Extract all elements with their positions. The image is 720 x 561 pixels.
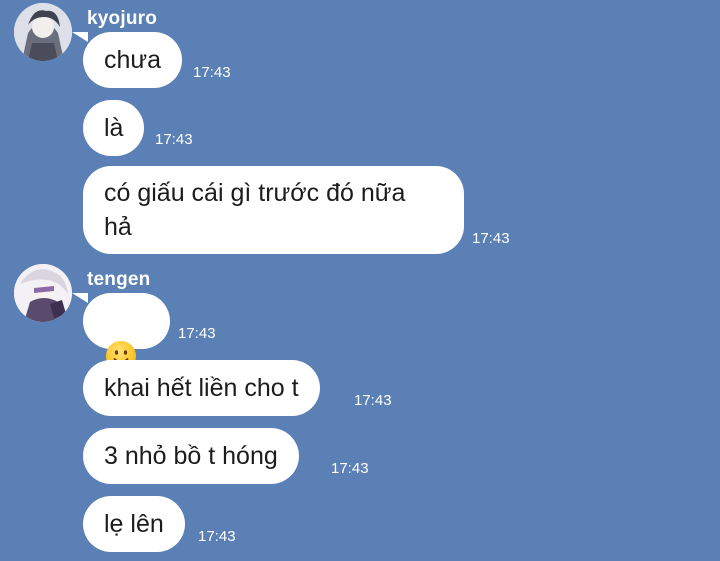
sender-name[interactable]: kyojuro <box>87 8 157 30</box>
avatar-kyojuro-icon <box>14 3 72 61</box>
sender-name[interactable]: tengen <box>87 269 150 291</box>
message-time: 17:43 <box>178 325 216 342</box>
message-time: 17:43 <box>472 230 510 247</box>
message-time: 17:43 <box>354 392 392 409</box>
message-bubble[interactable]: là <box>83 100 145 156</box>
message-time: 17:43 <box>193 64 231 81</box>
avatar-tengen-icon <box>14 264 72 322</box>
message-time: 17:43 <box>155 131 193 148</box>
avatar-tengen[interactable] <box>14 264 72 322</box>
message-time: 17:43 <box>331 460 369 477</box>
bubble-tail <box>72 293 88 303</box>
message-time: 17:43 <box>198 528 236 545</box>
avatar-kyojuro[interactable] <box>14 3 72 61</box>
bubble-tail <box>72 32 88 42</box>
message-bubble[interactable]: lẹ lên <box>83 496 185 552</box>
message-bubble[interactable]: có giấu cái gì trước đó nữa hả <box>83 166 464 254</box>
message-bubble[interactable]: 3 nhỏ bồ t hóng <box>83 428 299 484</box>
message-bubble[interactable]: chưa <box>83 32 183 88</box>
message-bubble-emoji[interactable] <box>83 293 170 372</box>
message-bubble[interactable]: khai hết liền cho t <box>83 360 320 416</box>
